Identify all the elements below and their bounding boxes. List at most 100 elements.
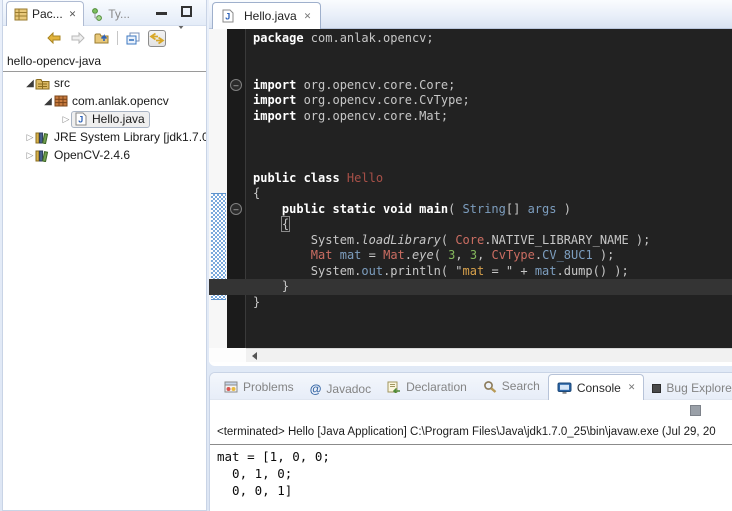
folding-ruler: –– xyxy=(227,29,246,348)
bottom-tabbar: Problems@JavadocDeclaration Search Console… xyxy=(210,373,732,400)
search-icon xyxy=(483,380,497,393)
console-output-line-2: 0, 1, 0; xyxy=(217,465,330,482)
view-tab-console[interactable]: Console ✕ xyxy=(548,374,645,400)
bug-icon xyxy=(652,384,661,393)
code-line-2 xyxy=(247,47,732,63)
java-file-icon: J xyxy=(73,112,88,126)
link-with-editor-button[interactable] xyxy=(148,30,166,47)
code-line-12: public static void main( String[] args ) xyxy=(247,202,732,218)
token: import xyxy=(253,78,296,92)
code-line-1: package com.anlak.opencv; xyxy=(247,31,732,47)
token: loadLibrary xyxy=(361,233,440,247)
code-line-7 xyxy=(247,124,732,140)
code-editor[interactable]: –– package com.anlak.opencv; import org.… xyxy=(209,29,732,348)
maximize-icon[interactable] xyxy=(181,6,192,17)
console-toolbar-icon[interactable] xyxy=(690,405,701,416)
collapse-all-button[interactable] xyxy=(124,30,142,47)
tree-item-jre-system-library-jdk1-7-0[interactable]: ▷ JRE System Library [jdk1.7.0 xyxy=(3,128,206,146)
tree-item-src[interactable]: ◢src xyxy=(3,74,206,92)
view-tab-javadoc[interactable]: @Javadoc xyxy=(302,376,379,402)
code-line-15: Mat mat = Mat.eye( 3, 3, CvType.CV_8UC1 … xyxy=(247,248,732,264)
code-line-17: } xyxy=(209,279,732,295)
library-icon xyxy=(35,130,50,144)
library-icon xyxy=(35,148,50,162)
horizontal-scrollbar[interactable] xyxy=(246,348,732,362)
token xyxy=(253,217,282,231)
view-tab-label: Javadoc xyxy=(326,382,371,396)
close-icon[interactable]: ✕ xyxy=(69,9,77,20)
up-button[interactable] xyxy=(93,30,111,47)
tree-item-label: Hello.java xyxy=(92,112,145,126)
minimize-icon[interactable] xyxy=(156,6,167,15)
token: Mat xyxy=(383,248,405,262)
view-tab-label: Console xyxy=(577,381,621,395)
forward-button[interactable] xyxy=(69,30,87,47)
token: . xyxy=(405,248,412,262)
tree-item-opencv-2-4-6[interactable]: ▷ OpenCV-2.4.6 xyxy=(3,146,206,164)
package-explorer-panel: Pac...✕Ty... hello-opencv-java ◢src◢com.… xyxy=(2,0,207,511)
tree-item-project[interactable]: hello-opencv-java xyxy=(3,52,206,70)
collapse-arrow-icon[interactable]: ◢ xyxy=(25,78,35,89)
token: CvType xyxy=(492,248,535,262)
code-line-13: { xyxy=(247,217,732,233)
fold-collapse-icon[interactable]: – xyxy=(230,79,242,91)
token: ( xyxy=(441,233,455,247)
token: , xyxy=(455,248,469,262)
problems-icon xyxy=(224,381,238,393)
token: Mat xyxy=(311,248,333,262)
scroll-left-icon[interactable] xyxy=(252,352,257,360)
back-button[interactable] xyxy=(45,30,63,47)
token: System. xyxy=(253,264,361,278)
package-explorer-icon xyxy=(14,8,28,21)
code-line-5: import org.opencv.core.CvType; xyxy=(247,93,732,109)
token xyxy=(332,248,339,262)
chevron-down-icon xyxy=(177,29,185,47)
code-line-4: import org.opencv.core.Core; xyxy=(247,78,732,94)
tree-item-com-anlak-opencv[interactable]: ◢com.anlak.opencv xyxy=(3,92,206,110)
view-tab-search[interactable]: Search xyxy=(475,373,548,399)
project-label: hello-opencv-java xyxy=(7,54,101,68)
token: mat xyxy=(340,248,362,262)
view-tab-declaration[interactable]: Declaration xyxy=(379,374,475,400)
view-tab-ty[interactable]: Ty... xyxy=(84,2,137,27)
token: { xyxy=(253,186,260,200)
code-text[interactable]: package com.anlak.opencv; import org.ope… xyxy=(247,29,732,348)
left-panel-tabbar: Pac...✕Ty... xyxy=(3,0,206,26)
token: String xyxy=(463,202,506,216)
token: [] xyxy=(506,202,528,216)
view-menu-button[interactable] xyxy=(172,30,190,47)
link-editor-icon xyxy=(149,32,165,45)
expand-arrow-icon[interactable]: ▷ xyxy=(25,150,35,161)
view-tab-label: Search xyxy=(502,379,540,393)
token: ( xyxy=(434,248,448,262)
tree-item-hello-java[interactable]: ▷ J Hello.java xyxy=(3,110,206,128)
token: out xyxy=(361,264,383,278)
close-icon[interactable]: ✕ xyxy=(628,382,636,393)
token: Hello xyxy=(347,171,383,185)
project-underline xyxy=(3,71,206,72)
token: public class xyxy=(253,171,347,185)
token: com.anlak.opencv; xyxy=(304,31,434,45)
view-tab-pac[interactable]: Pac...✕ xyxy=(6,1,84,26)
editor-tab-hello-java[interactable]: J Hello.java ✕ xyxy=(212,2,321,29)
token: org.opencv.core.Core; xyxy=(296,78,455,92)
back-arrow-icon xyxy=(46,32,62,44)
token: , xyxy=(477,248,491,262)
eclipse-window: Pac...✕Ty... hello-opencv-java ◢src◢com.… xyxy=(0,0,732,511)
expand-arrow-icon[interactable]: ▷ xyxy=(61,114,71,125)
close-icon[interactable]: ✕ xyxy=(304,11,312,22)
svg-text:J: J xyxy=(78,115,83,125)
tree-item-label: JRE System Library [jdk1.7.0 xyxy=(54,130,207,144)
fold-collapse-icon[interactable]: – xyxy=(230,203,242,215)
token: .println( " xyxy=(383,264,462,278)
token: ) xyxy=(556,202,570,216)
collapse-arrow-icon[interactable]: ◢ xyxy=(43,96,53,107)
view-tab-problems[interactable]: Problems xyxy=(216,374,302,400)
token: ( xyxy=(448,202,462,216)
expand-arrow-icon[interactable]: ▷ xyxy=(25,132,35,143)
view-tab-label: Bug Explorer xyxy=(666,381,732,395)
tree-item-label: OpenCV-2.4.6 xyxy=(54,148,130,162)
console-output[interactable]: mat = [1, 0, 0; 0, 1, 0; 0, 0, 1] xyxy=(217,448,330,499)
view-tab-bug-explorer[interactable]: Bug Explorer xyxy=(644,375,732,401)
token xyxy=(253,202,282,216)
